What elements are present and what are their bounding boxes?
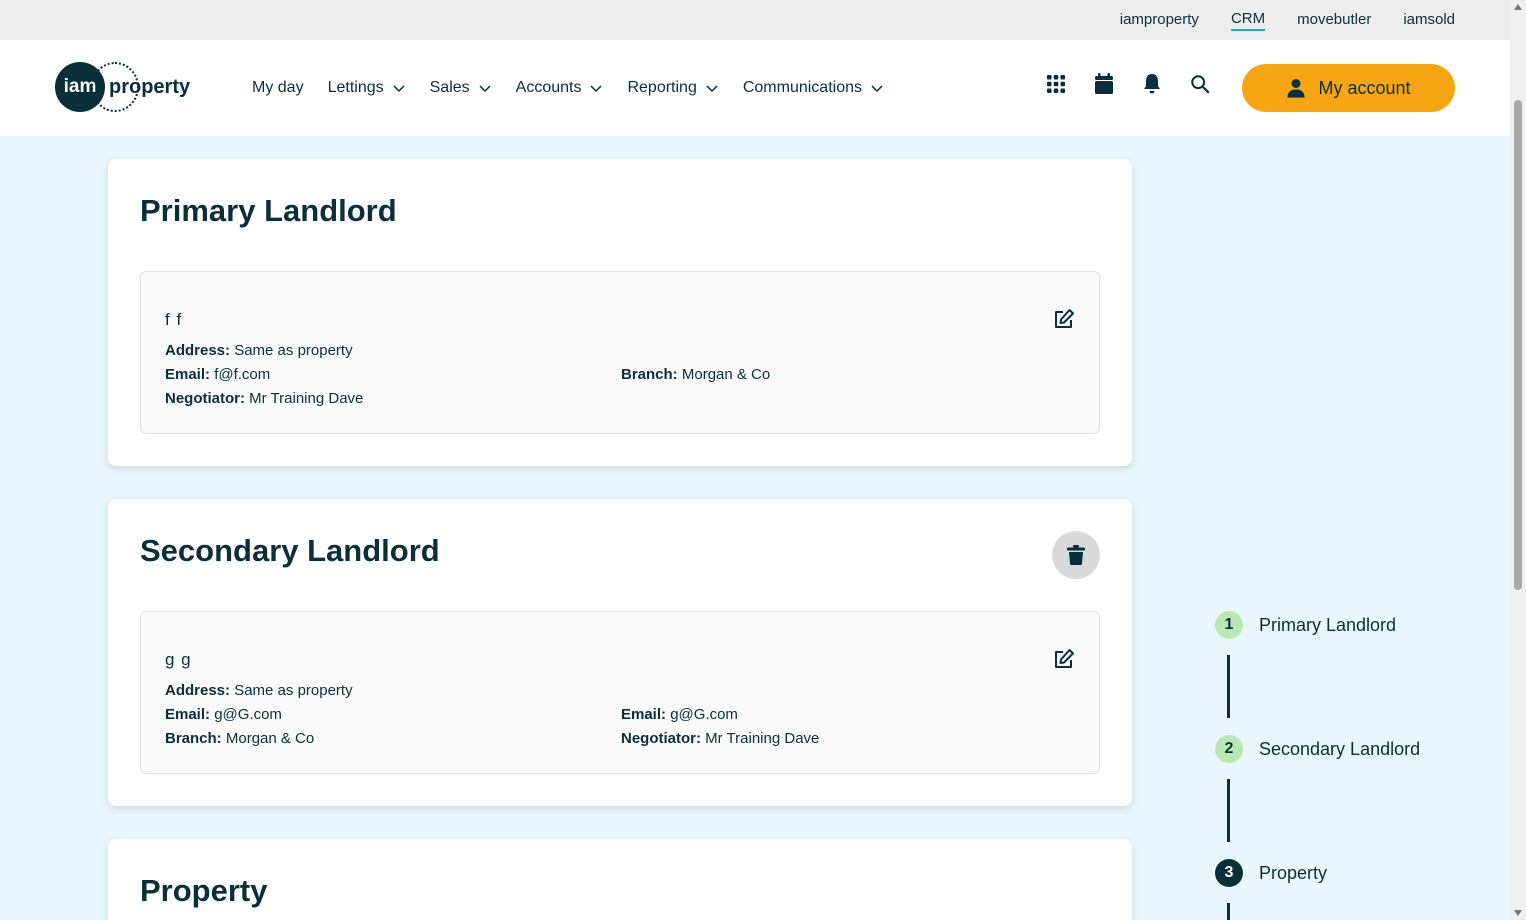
my-account-label: My account: [1318, 77, 1411, 98]
nav-accounts-label: Accounts: [515, 79, 582, 96]
delete-button[interactable]: [1052, 531, 1100, 579]
nav-accounts[interactable]: Accounts: [516, 79, 604, 97]
nav-lettings-label: Lettings: [327, 79, 384, 96]
email-row: Email: f@f.com: [165, 366, 270, 383]
chevron-down-icon: [393, 85, 405, 93]
negotiator-row: Negotiator: Mr Training Dave: [165, 390, 363, 407]
nav-lettings[interactable]: Lettings: [328, 79, 406, 97]
landlord-name: f f: [165, 310, 183, 329]
top-links: iamproperty CRM movebutler iamsold: [1120, 0, 1455, 40]
email-label: Email:: [621, 706, 667, 723]
chevron-down-icon: [706, 85, 718, 93]
branch-row: Branch: Morgan & Co: [621, 366, 770, 383]
scroll-thumb[interactable]: [1514, 100, 1522, 590]
negotiator-value: Mr Training Dave: [249, 390, 364, 407]
page-scrollbar[interactable]: [1510, 0, 1526, 920]
top-strip: iamproperty CRM movebutler iamsold: [0, 0, 1510, 40]
negotiator-label: Negotiator:: [621, 730, 701, 747]
property-title: Property: [140, 873, 268, 908]
scroll-up-arrow[interactable]: [1514, 4, 1522, 10]
negotiator-row: Negotiator: Mr Training Dave: [621, 730, 819, 747]
email-value: g@G.com: [670, 706, 738, 723]
step-label: Property: [1259, 862, 1328, 883]
scroll-down-arrow[interactable]: [1514, 910, 1522, 916]
branch-value: Morgan & Co: [225, 730, 315, 747]
step-secondary-landlord[interactable]: 2 Secondary Landlord: [1215, 735, 1420, 763]
user-icon: [1287, 79, 1305, 98]
email-label: Email:: [165, 366, 211, 383]
branch-label: Branch:: [621, 366, 678, 383]
nav-reporting-label: Reporting: [627, 79, 697, 96]
landlord-name: g g: [165, 650, 192, 669]
nav-sales-label: Sales: [429, 79, 470, 96]
secondary-landlord-title: Secondary Landlord: [140, 533, 440, 568]
chevron-down-icon: [871, 85, 883, 93]
secondary-landlord-details: g g Address: Same as property Email: g@G…: [140, 611, 1100, 774]
logo-word: property: [109, 75, 191, 98]
email-row: Email: g@G.com: [165, 706, 282, 723]
negotiator-value: Mr Training Dave: [705, 730, 820, 747]
step-property[interactable]: 3 Property: [1215, 859, 1327, 887]
calendar-icon[interactable]: [1094, 73, 1114, 95]
edit-icon[interactable]: [1053, 648, 1075, 670]
primary-landlord-title: Primary Landlord: [140, 193, 397, 228]
email-row-2: Email: g@G.com: [621, 706, 738, 723]
email-value: f@f.com: [214, 366, 271, 383]
top-link-iamsold[interactable]: iamsold: [1403, 11, 1455, 30]
header-icons: [1046, 73, 1210, 95]
main-nav: My day Lettings Sales Accounts Reporting…: [252, 40, 884, 136]
step-number: 3: [1215, 859, 1243, 887]
address-value: Same as property: [234, 682, 353, 699]
step-label: Primary Landlord: [1259, 614, 1397, 635]
nav-my-day-label: My day: [252, 79, 304, 96]
primary-landlord-details: f f Address: Same as property Email: f@f…: [140, 271, 1100, 434]
step-connector: [1227, 779, 1230, 842]
trash-icon: [1067, 545, 1085, 565]
negotiator-label: Negotiator:: [165, 390, 245, 407]
nav-sales[interactable]: Sales: [430, 79, 492, 97]
step-number: 1: [1215, 611, 1243, 639]
primary-landlord-card: Primary Landlord f f Address: Same as pr…: [108, 159, 1132, 466]
email-value: g@G.com: [214, 706, 282, 723]
nav-my-day[interactable]: My day: [252, 79, 304, 97]
edit-icon[interactable]: [1053, 308, 1075, 330]
step-label: Secondary Landlord: [1259, 738, 1421, 759]
address-value: Same as property: [234, 342, 353, 359]
apps-grid-icon[interactable]: [1046, 73, 1066, 95]
branch-value: Morgan & Co: [681, 366, 771, 383]
nav-reporting[interactable]: Reporting: [627, 79, 718, 97]
property-card: Property: [108, 839, 1132, 920]
address-row: Address: Same as property: [165, 682, 353, 699]
nav-communications-label: Communications: [742, 79, 862, 96]
secondary-landlord-card: Secondary Landlord g g Address: Same as …: [108, 499, 1132, 806]
chevron-down-icon: [590, 85, 602, 93]
main-header: iam property My day Lettings Sales Accou…: [0, 40, 1510, 136]
my-account-button[interactable]: My account: [1242, 64, 1455, 112]
address-label: Address:: [165, 342, 231, 359]
address-label: Address:: [165, 682, 231, 699]
search-icon[interactable]: [1190, 73, 1210, 95]
top-link-movebutler[interactable]: movebutler: [1297, 11, 1371, 30]
top-link-crm[interactable]: CRM: [1230, 10, 1266, 31]
step-primary-landlord[interactable]: 1 Primary Landlord: [1215, 611, 1396, 639]
nav-communications[interactable]: Communications: [743, 79, 884, 97]
step-connector: [1227, 655, 1230, 718]
step-connector: [1227, 903, 1230, 920]
logo[interactable]: iam property: [55, 62, 190, 112]
address-row: Address: Same as property: [165, 342, 353, 359]
email-label: Email:: [165, 706, 211, 723]
branch-label: Branch:: [165, 730, 222, 747]
chevron-down-icon: [479, 85, 491, 93]
bell-icon[interactable]: [1142, 73, 1162, 95]
branch-row: Branch: Morgan & Co: [165, 730, 314, 747]
top-link-iamproperty[interactable]: iamproperty: [1120, 11, 1199, 30]
step-number: 2: [1215, 735, 1243, 763]
